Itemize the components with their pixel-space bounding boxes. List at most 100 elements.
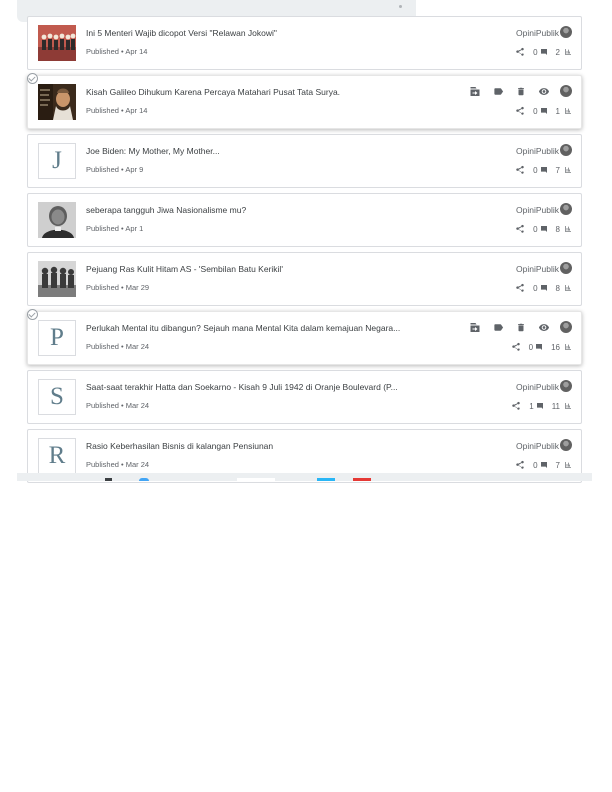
post-thumbnail: [38, 202, 76, 238]
post-date: Apr 9: [125, 165, 144, 174]
post-meta: Published • Mar 24: [86, 401, 149, 410]
views-chart-icon: [564, 343, 572, 351]
post-stats: 0 16: [511, 341, 572, 353]
share-icon[interactable]: [515, 283, 525, 293]
post-status: Published: [86, 224, 119, 233]
post-meta: Published • Mar 24: [86, 342, 149, 351]
blog-name: OpiniPublik: [516, 441, 559, 451]
post-thumbnail: [38, 84, 76, 120]
label-icon[interactable]: [491, 85, 505, 97]
comment-icon: [535, 343, 543, 351]
views-chart-icon: [564, 107, 572, 115]
comment-icon: [540, 107, 548, 115]
post-meta: Published • Apr 14: [86, 106, 147, 115]
post-title[interactable]: Perlukah Mental itu dibangun? Sejauh man…: [86, 323, 426, 333]
move-to-blog-icon[interactable]: [468, 85, 482, 97]
post-card[interactable]: Pejuang Ras Kulit Hitam AS - 'Sembilan B…: [27, 252, 582, 306]
post-card[interactable]: Kisah Galileo Dihukum Karena Percaya Mat…: [27, 73, 582, 129]
comment-count: 0: [533, 165, 538, 175]
post-card[interactable]: S Saat-saat terakhir Hatta dan Soekarno -…: [27, 370, 582, 424]
meta-separator: •: [118, 283, 126, 292]
taskbar-item: [237, 478, 275, 481]
comment-icon: [540, 166, 548, 174]
share-icon[interactable]: [515, 165, 525, 175]
view-count: 8: [555, 224, 560, 234]
post-thumbnail-letter: P: [38, 320, 76, 356]
post-title[interactable]: Kisah Galileo Dihukum Karena Percaya Mat…: [86, 87, 426, 97]
post-date: Apr 1: [125, 224, 144, 233]
post-date: Apr 14: [125, 47, 148, 56]
view-icon[interactable]: [537, 321, 551, 333]
taskbar-item: [105, 478, 112, 481]
comment-icon: [540, 461, 548, 469]
comment-count: 0: [533, 283, 538, 293]
author-avatar: [560, 321, 572, 333]
post-title[interactable]: seberapa tangguh Jiwa Nasionalisme mu?: [86, 205, 426, 215]
comment-icon: [540, 284, 548, 292]
share-icon[interactable]: [515, 460, 525, 470]
post-meta: Published • Mar 24: [86, 460, 149, 469]
post-date: Mar 29: [125, 283, 150, 292]
meta-separator: •: [118, 460, 126, 469]
toolbar-indicator: [399, 5, 402, 8]
views-chart-icon: [564, 461, 572, 469]
comment-count: 0: [533, 460, 538, 470]
share-icon[interactable]: [515, 106, 525, 116]
share-icon[interactable]: [511, 401, 521, 411]
post-meta: Published • Apr 14: [86, 47, 147, 56]
post-title[interactable]: Saat-saat terakhir Hatta dan Soekarno - …: [86, 382, 426, 392]
view-count: 11: [551, 401, 560, 411]
post-stats: 07: [515, 459, 572, 471]
post-card[interactable]: P Perlukah Mental itu dibangun? Sejauh ma…: [27, 309, 582, 365]
post-date: Mar 24: [125, 460, 150, 469]
taskbar-strip: [17, 473, 592, 481]
post-title[interactable]: Rasio Keberhasilan Bisnis di kalangan Pe…: [86, 441, 426, 451]
post-title[interactable]: Pejuang Ras Kulit Hitam AS - 'Sembilan B…: [86, 264, 426, 274]
meta-separator: •: [118, 401, 126, 410]
views-chart-icon: [564, 402, 572, 410]
view-count: 7: [555, 165, 560, 175]
move-to-blog-icon[interactable]: [468, 321, 482, 333]
comment-count: 1: [529, 401, 534, 411]
post-status: Published: [86, 460, 119, 469]
view-icon[interactable]: [537, 85, 551, 97]
post-card[interactable]: seberapa tangguh Jiwa Nasionalisme mu? Pu…: [27, 193, 582, 247]
post-thumbnail: [38, 25, 76, 61]
author-avatar: [560, 26, 572, 38]
post-thumbnail-letter: R: [38, 438, 76, 474]
blog-name: OpiniPublik: [516, 146, 559, 156]
blog-name: OpiniPublik: [516, 382, 559, 392]
share-icon[interactable]: [515, 47, 525, 57]
blog-name: OpiniPublik: [516, 264, 559, 274]
post-card[interactable]: Ini 5 Menteri Wajib dicopot Versi "Relaw…: [27, 16, 582, 70]
share-icon[interactable]: [511, 342, 521, 352]
author-avatar: [560, 262, 572, 274]
views-chart-icon: [564, 48, 572, 56]
post-actions: [468, 85, 572, 97]
blog-name: OpiniPublik: [516, 205, 559, 215]
post-title[interactable]: Ini 5 Menteri Wajib dicopot Versi "Relaw…: [86, 28, 426, 38]
post-date: Mar 24: [125, 401, 150, 410]
view-count: 8: [555, 283, 560, 293]
taskbar-item: [353, 478, 371, 481]
author-avatar: [560, 439, 572, 451]
post-stats: 01: [515, 105, 572, 117]
select-checkbox[interactable]: [27, 73, 38, 84]
post-title[interactable]: Joe Biden: My Mother, My Mother...: [86, 146, 426, 156]
delete-icon[interactable]: [514, 321, 528, 333]
share-icon[interactable]: [515, 224, 525, 234]
select-checkbox[interactable]: [27, 309, 38, 320]
post-thumbnail-letter: S: [38, 379, 76, 415]
label-icon[interactable]: [491, 321, 505, 333]
comment-icon: [536, 402, 544, 410]
post-actions: [468, 321, 572, 333]
taskbar-item: [139, 478, 149, 481]
blog-name: OpiniPublik: [516, 28, 559, 38]
delete-icon[interactable]: [514, 85, 528, 97]
post-status: Published: [86, 47, 119, 56]
post-meta: Published • Apr 1: [86, 224, 143, 233]
author-avatar: [560, 144, 572, 156]
post-card[interactable]: J Joe Biden: My Mother, My Mother... Publi…: [27, 134, 582, 188]
post-stats: 08: [515, 223, 572, 235]
post-status: Published: [86, 342, 119, 351]
